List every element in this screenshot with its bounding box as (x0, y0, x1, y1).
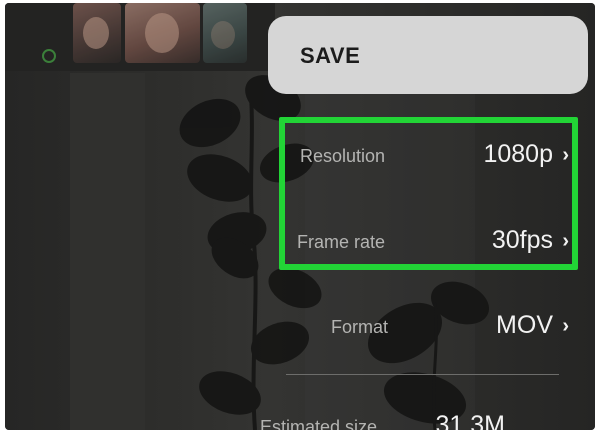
settings-highlight-box (279, 117, 578, 270)
save-button[interactable]: SAVE (268, 16, 588, 94)
estimated-size-label: Estimated size (260, 417, 378, 430)
export-screen: SAVE Resolution 1080p › Frame rate 30fps… (5, 3, 595, 430)
add-clip-icon[interactable] (42, 49, 56, 63)
divider (286, 374, 559, 375)
format-setting[interactable]: Format MOV › (275, 307, 575, 347)
clip-thumbnail[interactable] (125, 3, 200, 63)
clip-thumbnail[interactable] (203, 3, 247, 63)
format-label: Format (331, 317, 389, 337)
save-button-label: SAVE (300, 43, 361, 68)
estimated-size-row: Estimated size 31.3M (255, 407, 555, 430)
thumbnail-strip (5, 3, 275, 71)
format-value: MOV (496, 311, 553, 339)
estimated-size-value: 31.3M (435, 411, 505, 430)
chevron-right-icon: › (562, 315, 569, 337)
clip-thumbnail[interactable] (73, 3, 121, 63)
